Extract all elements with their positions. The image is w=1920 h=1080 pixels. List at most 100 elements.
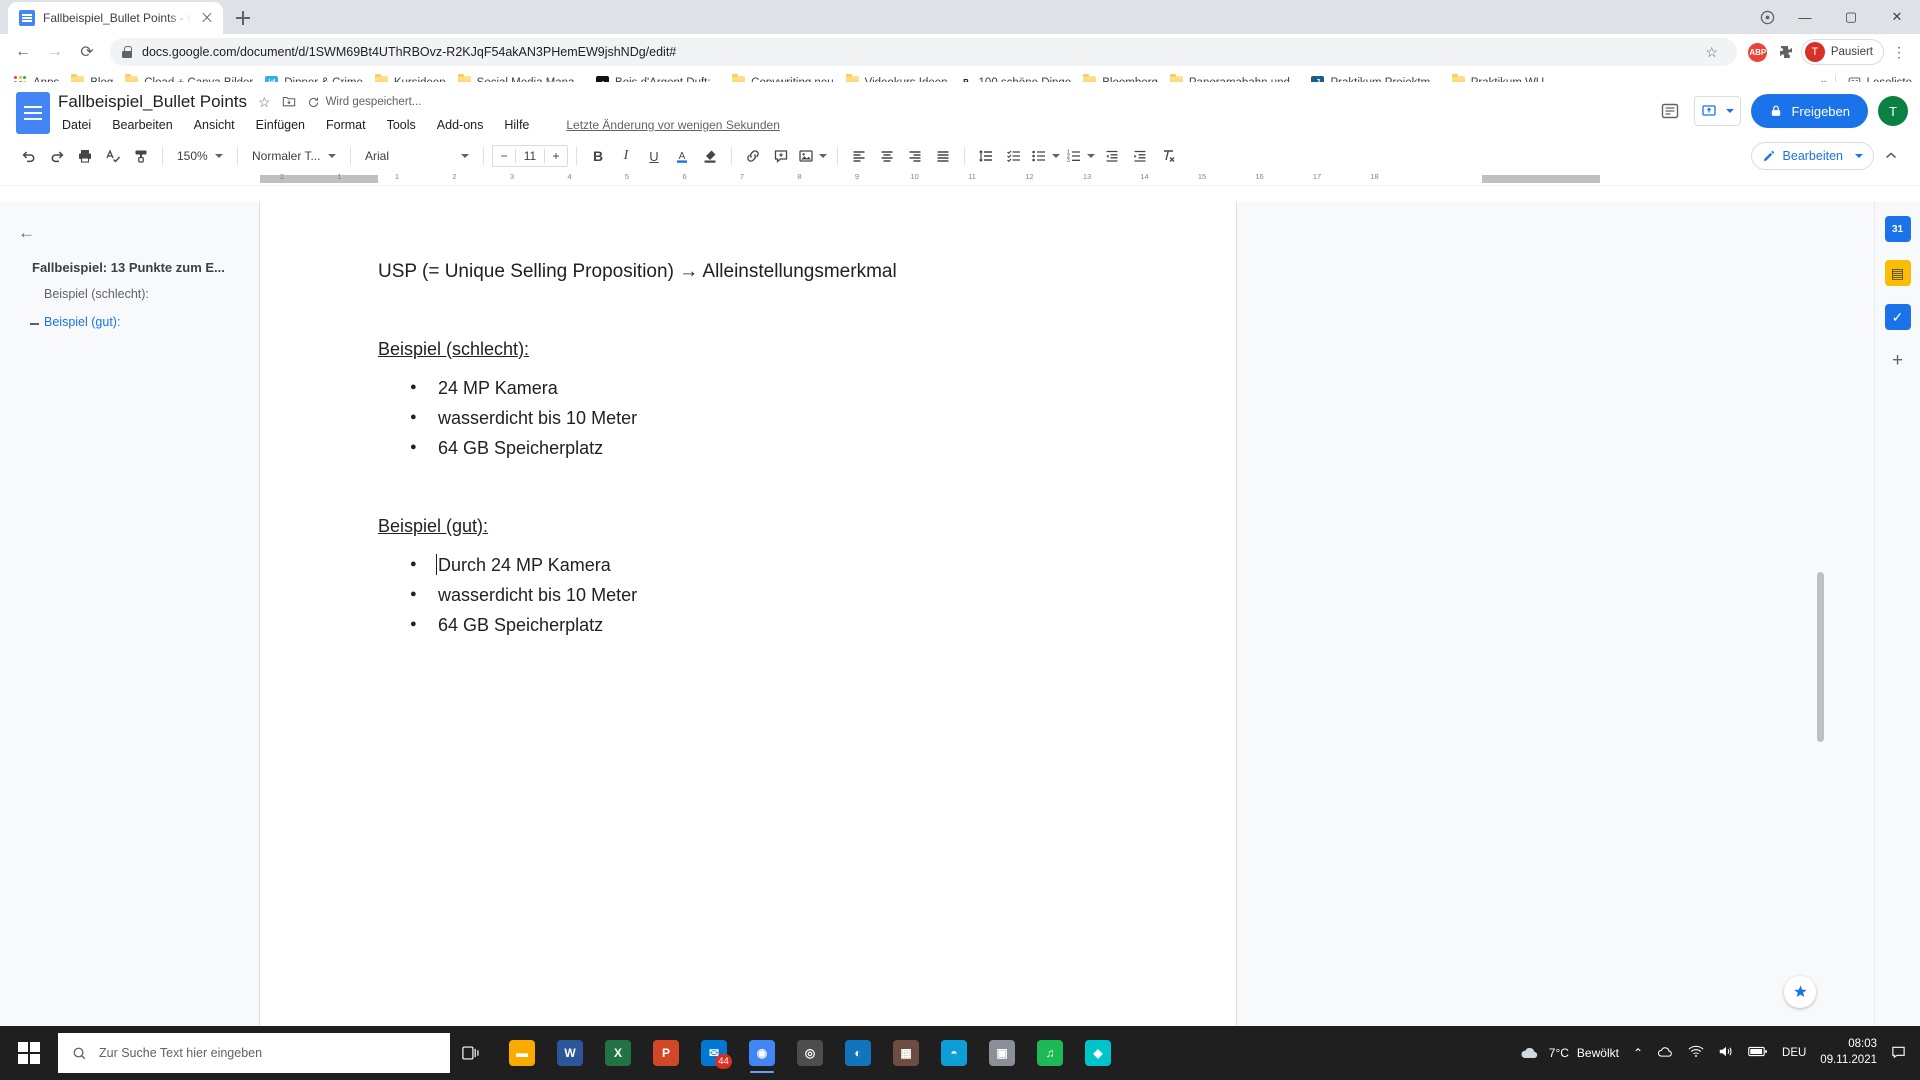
align-left-icon[interactable] <box>846 143 872 169</box>
link-icon[interactable] <box>740 143 766 169</box>
menu-hilfe[interactable]: Hilfe <box>500 116 533 134</box>
photos-button[interactable]: ▦ <box>884 1031 928 1075</box>
bookmark-star-icon[interactable]: ☆ <box>1699 39 1725 65</box>
snipping-tool-button[interactable]: ▣ <box>980 1031 1024 1075</box>
outline-item-beispiel-gut[interactable]: Beispiel (gut): <box>44 315 244 329</box>
font-size-decrease[interactable]: − <box>493 149 515 163</box>
google-tasks-icon[interactable]: ✓ <box>1884 304 1911 330</box>
google-docs-logo[interactable] <box>16 92 50 134</box>
zoom-select[interactable]: 150% <box>171 144 229 168</box>
explore-button[interactable] <box>1784 976 1816 1008</box>
print-icon[interactable] <box>72 143 98 169</box>
add-ons-plus-icon[interactable]: + <box>1885 348 1911 374</box>
canva-button[interactable]: ◆ <box>1076 1031 1120 1075</box>
menu-datei[interactable]: Datei <box>58 116 95 134</box>
menu-format[interactable]: Format <box>322 116 370 134</box>
text-color-icon[interactable]: A <box>669 143 695 169</box>
task-view-button[interactable] <box>450 1031 494 1075</box>
indent-increase-icon[interactable] <box>1127 143 1153 169</box>
share-button[interactable]: Freigeben <box>1751 94 1868 128</box>
font-size-stepper[interactable]: − 11 + <box>492 145 568 167</box>
language-indicator[interactable]: DEU <box>1782 1047 1806 1059</box>
move-to-folder-icon[interactable] <box>282 94 296 111</box>
word-button[interactable]: W <box>548 1031 592 1075</box>
star-icon[interactable]: ☆ <box>258 94 271 111</box>
indent-decrease-icon[interactable] <box>1099 143 1125 169</box>
profile-button[interactable]: T Pausiert <box>1800 39 1884 65</box>
tray-chevron-icon[interactable]: ⌃ <box>1633 1046 1643 1060</box>
clear-formatting-icon[interactable] <box>1155 143 1181 169</box>
powerpoint-button[interactable]: P <box>644 1031 688 1075</box>
google-keep-icon[interactable]: ▤ <box>1884 260 1911 286</box>
italic-icon[interactable]: I <box>613 143 639 169</box>
document-page[interactable]: USP (= Unique Selling Proposition) → All… <box>260 202 1236 1026</box>
outline-item-beispiel-schlecht[interactable]: Beispiel (schlecht): <box>44 287 244 301</box>
present-button[interactable] <box>1694 96 1742 126</box>
google-calendar-icon[interactable]: 31 <box>1884 216 1911 242</box>
extension-icon[interactable]: ABP <box>1745 39 1771 65</box>
menu-add-ons[interactable]: Add-ons <box>433 116 488 134</box>
excel-button[interactable]: X <box>596 1031 640 1075</box>
menu-bearbeiten[interactable]: Bearbeiten <box>108 116 176 134</box>
collapse-toolbar-icon[interactable] <box>1878 143 1904 169</box>
font-size-value[interactable]: 11 <box>515 149 545 163</box>
close-icon[interactable] <box>199 10 215 26</box>
vertical-scrollbar[interactable] <box>1817 572 1824 742</box>
new-tab-button[interactable] <box>229 4 257 32</box>
checklist-icon[interactable] <box>1001 143 1027 169</box>
maximize-button[interactable]: ▢ <box>1828 0 1874 34</box>
spotify-button[interactable]: ♫ <box>1028 1031 1072 1075</box>
taskbar-clock[interactable]: 08:03 09.11.2021 <box>1820 1037 1877 1068</box>
undo-icon[interactable] <box>16 143 42 169</box>
extensions-puzzle-icon[interactable] <box>1773 39 1799 65</box>
weather-widget[interactable]: 7°C Bewölkt <box>1519 1045 1619 1061</box>
spellcheck-icon[interactable] <box>100 143 126 169</box>
start-button[interactable] <box>0 1026 58 1080</box>
underline-icon[interactable]: U <box>641 143 667 169</box>
align-right-icon[interactable] <box>902 143 928 169</box>
google-chrome-button[interactable]: ◉ <box>740 1031 784 1075</box>
back-button[interactable]: ← <box>8 37 38 67</box>
taskbar-search[interactable]: Zur Suche Text hier eingeben <box>58 1033 450 1073</box>
network-icon[interactable] <box>1688 1045 1704 1061</box>
file-explorer-button[interactable]: ▬ <box>500 1031 544 1075</box>
menu-einfuegen[interactable]: Einfügen <box>252 116 309 134</box>
line-spacing-icon[interactable] <box>973 143 999 169</box>
window-close-button[interactable]: ✕ <box>1874 0 1920 34</box>
account-avatar[interactable]: T <box>1878 96 1908 126</box>
bold-icon[interactable]: B <box>585 143 611 169</box>
comment-history-icon[interactable] <box>1656 97 1684 125</box>
font-select[interactable]: Arial <box>359 144 475 168</box>
minimize-button[interactable]: — <box>1782 0 1828 34</box>
paragraph-style-select[interactable]: Normaler T... <box>246 144 342 168</box>
menu-ansicht[interactable]: Ansicht <box>190 116 239 134</box>
forward-button[interactable]: → <box>40 37 70 67</box>
numbered-list-button[interactable]: 123 <box>1064 144 1097 168</box>
font-size-increase[interactable]: + <box>545 149 567 163</box>
outline-collapse-button[interactable]: ← <box>18 220 44 246</box>
horizontal-ruler[interactable]: 2 1 1 2 3 4 5 6 7 8 9 10 11 12 13 14 15 16 17 18 <box>0 172 1920 186</box>
document-body[interactable]: USP (= Unique Selling Proposition) → All… <box>260 202 1236 638</box>
add-comment-icon[interactable] <box>768 143 794 169</box>
menu-tools[interactable]: Tools <box>383 116 420 134</box>
volume-icon[interactable] <box>1718 1045 1734 1061</box>
bulleted-list-button[interactable] <box>1029 144 1062 168</box>
paint-format-icon[interactable] <box>128 143 154 169</box>
redo-icon[interactable] <box>44 143 70 169</box>
editing-mode-button[interactable]: Bearbeiten <box>1750 142 1874 170</box>
mail-button[interactable]: ✉ 44 <box>692 1031 736 1075</box>
outline-title[interactable]: Fallbeispiel: 13 Punkte zum E... <box>32 260 244 275</box>
document-title[interactable]: Fallbeispiel_Bullet Points <box>58 92 247 112</box>
notification-icon[interactable] <box>1891 1044 1906 1062</box>
thunderbird-button[interactable]: ◐ <box>836 1031 880 1075</box>
edge-button[interactable]: ◓ <box>932 1031 976 1075</box>
reload-button[interactable]: ⟳ <box>72 37 102 67</box>
last-edit-link[interactable]: Letzte Änderung vor wenigen Sekunden <box>562 116 784 134</box>
align-justify-icon[interactable] <box>930 143 956 169</box>
insert-image-button[interactable] <box>796 144 829 168</box>
chrome-menu-icon[interactable]: ⋮ <box>1886 39 1912 65</box>
align-center-icon[interactable] <box>874 143 900 169</box>
browser-tab[interactable]: Fallbeispiel_Bullet Points - Googl <box>8 2 223 34</box>
address-bar[interactable]: docs.google.com/document/d/1SWM69Bt4UThR… <box>110 38 1737 66</box>
settings-dot-icon[interactable] <box>1752 0 1782 34</box>
